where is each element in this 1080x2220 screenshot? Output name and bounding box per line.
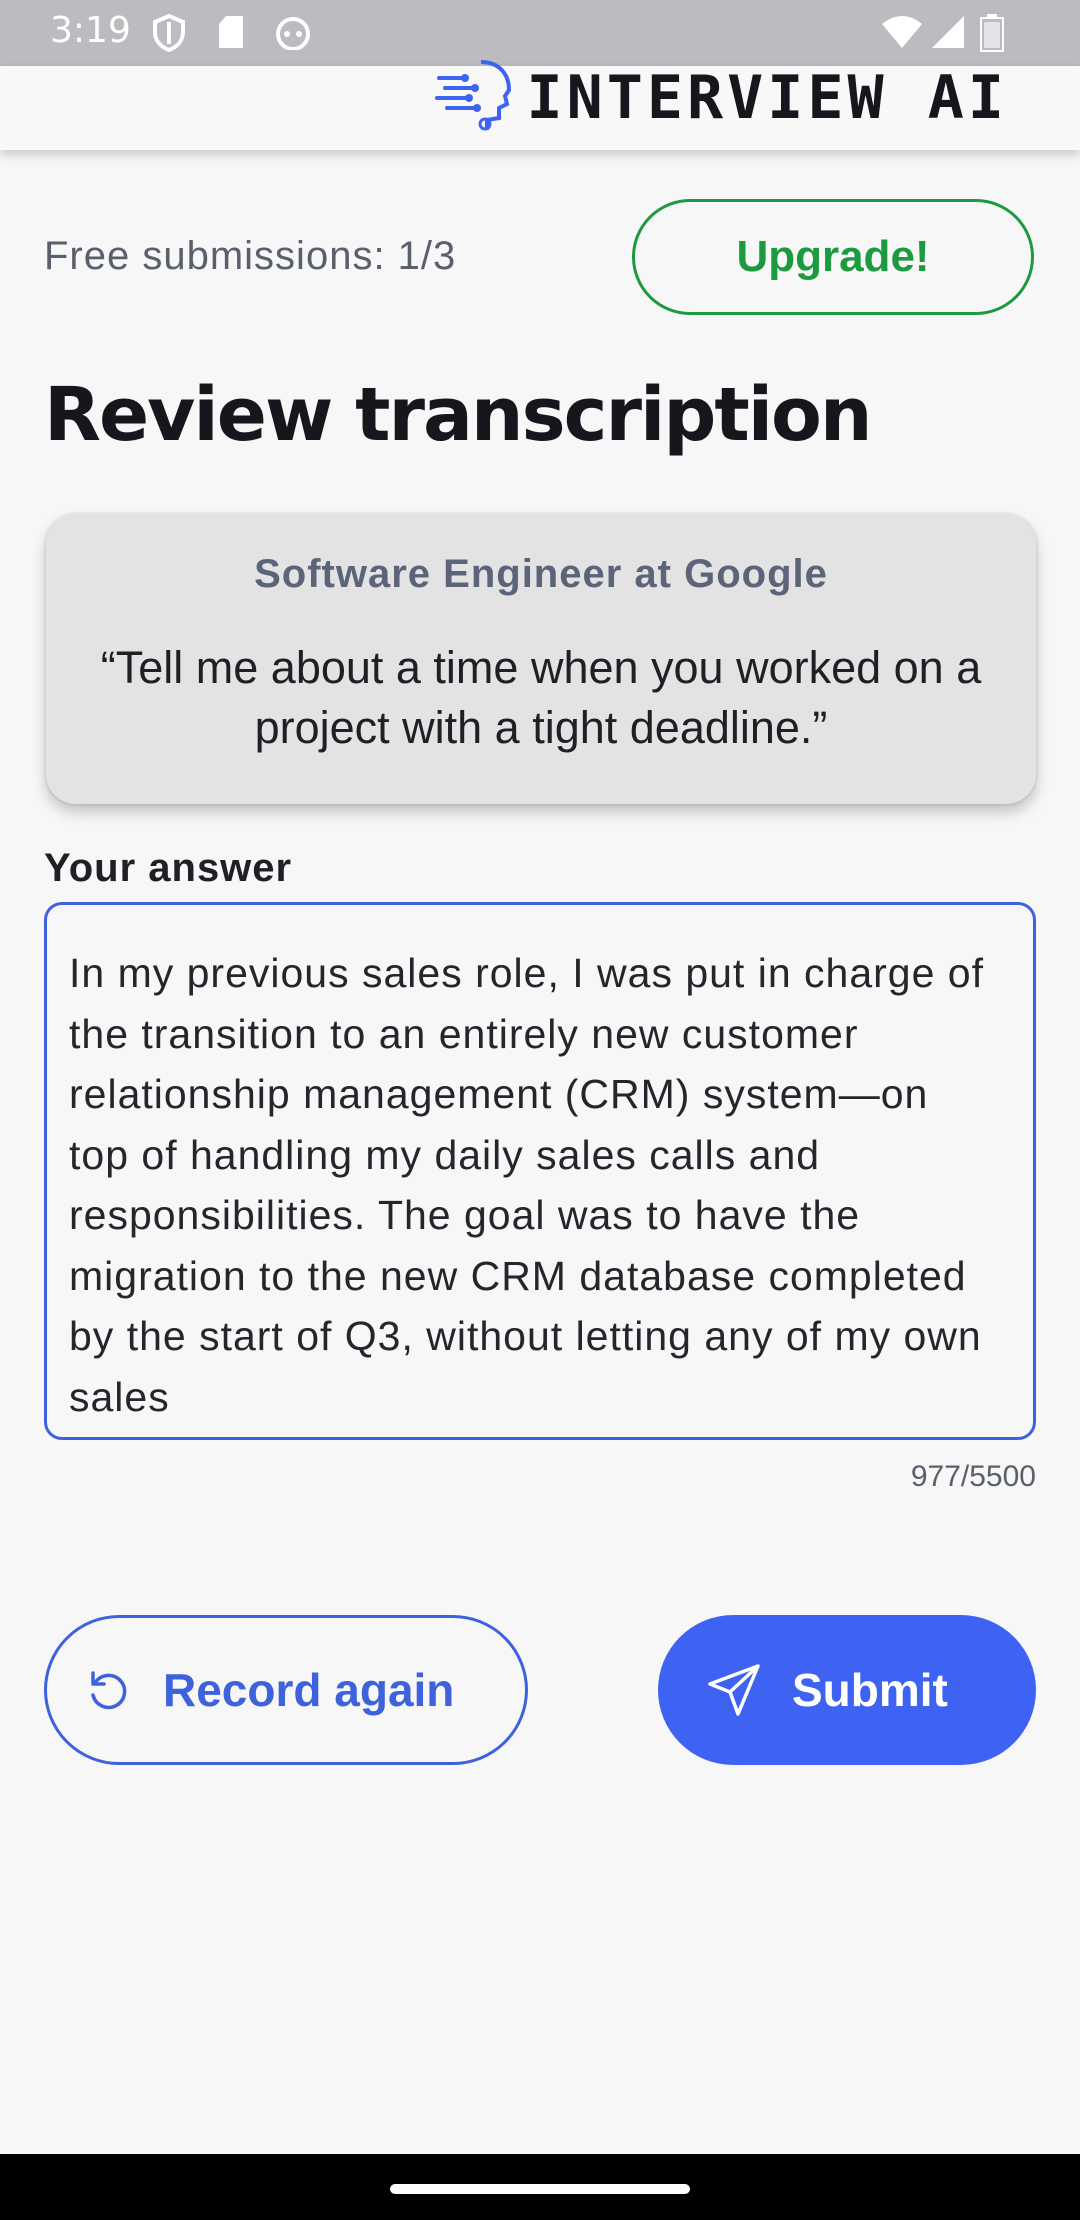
record-again-label: Record again [163,1664,455,1716]
question-card: Software Engineer at Google “Tell me abo… [46,514,1036,804]
answer-textarea[interactable]: In my previous sales role, I was put in … [44,902,1036,1440]
sd-card-icon [216,14,246,55]
answer-text[interactable]: In my previous sales role, I was put in … [69,943,993,1427]
upgrade-button[interactable]: Upgrade! [632,199,1034,315]
page-title: Review transcription [44,372,873,458]
status-bar: 3:19 [0,0,1080,66]
record-again-button[interactable]: Record again [44,1615,528,1765]
interview-question: “Tell me about a time when you worked on… [100,642,982,753]
brand-name: INTERVIEW AI [526,62,1008,133]
refresh-icon [85,1667,131,1713]
character-counter: 977/5500 [910,1460,1036,1493]
ai-head-circuit-icon [434,58,513,137]
app-bar: INTERVIEW AI [0,60,1080,150]
system-nav-bar [0,2154,1080,2220]
send-icon [706,1662,762,1718]
android-head-icon [274,14,312,55]
battery-icon [980,14,1004,57]
shield-icon [152,13,186,57]
job-role: Software Engineer at Google [254,552,828,596]
submit-button[interactable]: Submit [658,1615,1036,1765]
wifi-icon [880,14,924,55]
submit-label: Submit [792,1664,948,1716]
status-time: 3:19 [50,10,131,51]
signal-icon [930,14,966,55]
home-gesture-handle[interactable] [390,2184,690,2194]
free-submissions-text: Free submissions: 1/3 [44,234,457,278]
brand-logo: INTERVIEW AI [434,58,1008,137]
answer-label: Your answer [44,846,293,890]
